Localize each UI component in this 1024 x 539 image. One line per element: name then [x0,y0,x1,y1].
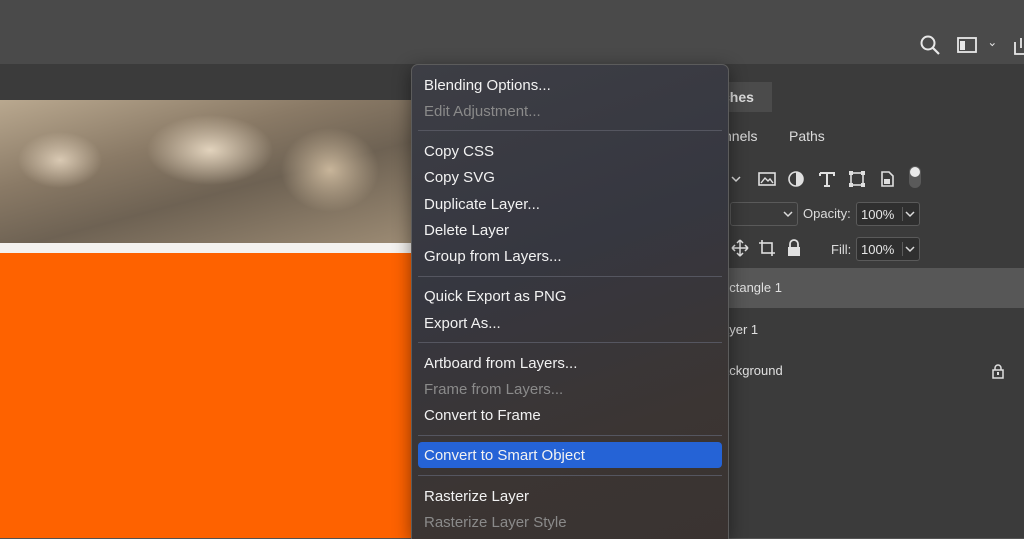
blend-mode-select[interactable] [730,202,798,226]
search-icon[interactable] [919,34,941,56]
fill-field[interactable]: 100% [856,237,920,261]
menu-item-convert-to-smart-object[interactable]: Convert to Smart Object [418,442,722,468]
opacity-field[interactable]: 100% [856,202,920,226]
chevron-down-icon[interactable] [902,242,917,256]
type-filter-icon[interactable] [817,169,837,189]
photo-border [0,243,412,253]
opacity-label: Opacity: [803,206,851,221]
menu-item-copy-css[interactable]: Copy CSS [418,138,722,164]
tab-paths[interactable]: Paths [789,128,825,144]
menu-item-edit-adjustment: Edit Adjustment... [424,103,541,120]
layer-row[interactable]: ayer 1 [716,310,1024,350]
lock-icon[interactable] [990,363,1006,379]
tab-channels[interactable]: nnels [724,128,757,144]
chevron-down-icon [783,211,793,218]
orange-rectangle [0,253,412,538]
menu-item-rasterize-layer[interactable]: Rasterize Layer [418,483,722,509]
menu-separator [418,475,722,476]
menu-separator [418,130,722,131]
chevron-down-icon[interactable] [989,34,1001,56]
menu-item-group-from-layers[interactable]: Group from Layers... [418,243,722,269]
smart-object-filter-icon[interactable] [877,169,897,189]
menu-item-export-as[interactable]: Export As... [418,310,722,336]
menu-separator [418,342,722,343]
menu-item-blending-options[interactable]: Blending Options... [418,72,722,98]
menu-item-convert-to-frame[interactable]: Convert to Frame [418,402,722,428]
filter-kind-chevron-icon[interactable] [730,173,742,185]
document-canvas[interactable] [0,100,412,538]
chevron-down-icon[interactable] [902,207,917,221]
menu-item-copy-svg[interactable]: Copy SVG [418,164,722,190]
image-filter-icon[interactable] [757,169,777,189]
layer-context-menu: Blending Options... Edit Adjustment... C… [411,64,729,539]
options-bar [0,0,1024,64]
layer-row[interactable]: ectangle 1 [716,268,1024,308]
menu-separator [418,276,722,277]
mountain-photo [0,100,412,243]
menu-item-delete-layer[interactable]: Delete Layer [418,217,722,243]
fill-label: Fill: [831,242,852,257]
layer-row[interactable]: ackground [716,351,1024,391]
menu-separator [418,435,722,436]
menu-item-artboard-from-layers[interactable]: Artboard from Layers... [418,350,722,376]
artboard-lock-icon[interactable] [757,238,777,258]
adjustment-filter-icon[interactable] [786,169,806,189]
menu-item-quick-export-png[interactable]: Quick Export as PNG [418,283,722,309]
menu-item-rasterize-layer-style: Rasterize Layer Style [424,514,567,531]
lock-icon[interactable] [784,238,804,258]
filter-toggle[interactable] [909,166,921,188]
share-icon[interactable] [1013,34,1024,56]
menu-item-duplicate-layer[interactable]: Duplicate Layer... [418,191,722,217]
workspace-icon[interactable] [956,34,978,56]
menu-item-frame-from-layers: Frame from Layers... [424,381,564,398]
move-lock-icon[interactable] [730,238,750,258]
shape-filter-icon[interactable] [847,169,867,189]
